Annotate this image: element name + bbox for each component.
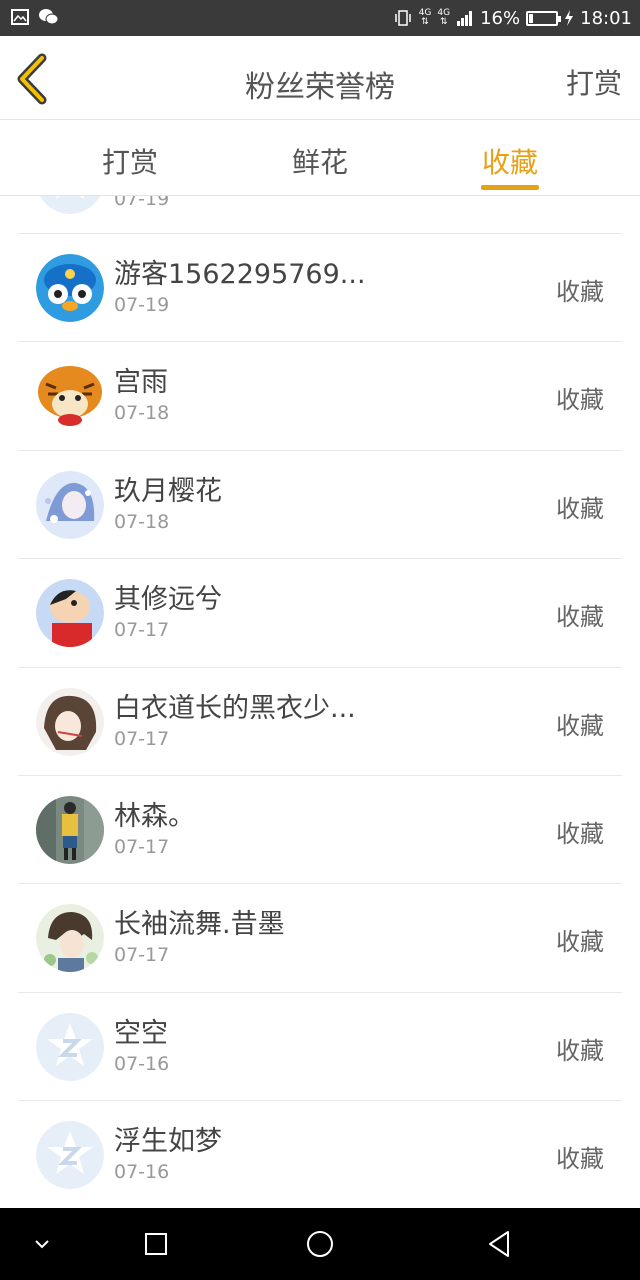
system-nav-bar [0, 1208, 640, 1280]
item-action: 收藏 [556, 1036, 604, 1065]
wechat-icon [39, 9, 59, 25]
item-action: 收藏 [556, 494, 604, 523]
item-action: 收藏 [556, 603, 604, 632]
item-name: 空空 [114, 1017, 168, 1049]
anime-girl-avatar [36, 470, 104, 539]
item-date: 07-17 [114, 944, 170, 967]
page-title: 粉丝荣誉榜 [245, 70, 395, 105]
item-name: 长袖流舞.昔墨 [114, 909, 285, 941]
battery-percent: 16% [480, 7, 521, 29]
item-date: 07-17 [114, 727, 170, 750]
list-item[interactable]: 其修远兮 07-17 收藏 [18, 559, 622, 668]
list-item[interactable]: 空空 07-16 收藏 [18, 993, 622, 1102]
item-action: 收藏 [556, 278, 604, 306]
list-item[interactable]: 白衣道长的黑衣少... 07-17 收藏 [18, 668, 622, 776]
item-name: 白衣道长的黑衣少... [114, 692, 356, 724]
item-date: 07-17 [114, 619, 170, 642]
chevron-down-icon[interactable] [32, 1234, 52, 1254]
charging-icon [565, 10, 574, 26]
item-name: 宫雨 [114, 367, 168, 399]
item-date: 07-19 [114, 196, 170, 210]
item-name: 玖月樱花 [114, 475, 222, 507]
list-item[interactable]: 玖月樱花 07-18 收藏 [18, 451, 622, 560]
vibrate-icon [394, 10, 411, 26]
photo-person-avatar [36, 795, 104, 864]
list-item[interactable]: 长袖流舞.昔墨 07-17 收藏 [18, 884, 622, 993]
tab-bar: 打赏 鲜花 收藏 [0, 121, 640, 196]
tab-favorites[interactable]: 收藏 [455, 141, 565, 181]
item-date: 07-17 [114, 835, 170, 858]
item-name: 浮生如梦 [114, 1126, 222, 1158]
item-date: 07-18 [114, 510, 170, 533]
back-nav-button[interactable] [486, 1230, 512, 1258]
recents-button[interactable] [144, 1232, 168, 1256]
network-indicator-2: 4G ⇅ [437, 8, 451, 27]
penguin-avatar [36, 254, 104, 322]
list-item[interactable]: 游客1562295769... 07-19 收藏 [18, 234, 622, 343]
item-name: 游客1562295769... [114, 259, 366, 290]
tab-tip[interactable]: 打赏 [75, 141, 185, 181]
active-tab-indicator [481, 185, 539, 190]
gallery-icon [11, 9, 29, 25]
illustrated-girl-avatar [36, 687, 104, 756]
app-header: 粉丝荣誉榜 打赏 [0, 36, 640, 120]
home-button[interactable] [306, 1230, 334, 1258]
item-action: 收藏 [556, 928, 604, 957]
list-item[interactable]: 宫雨 07-18 收藏 [18, 342, 622, 451]
item-action: 收藏 [556, 819, 604, 848]
item-action: 收藏 [556, 711, 604, 740]
default-qq-icon [36, 1121, 104, 1190]
battery-icon [526, 10, 562, 26]
item-date: 07-16 [114, 1161, 170, 1184]
signal-icon [457, 11, 473, 26]
item-action: 收藏 [556, 386, 604, 415]
clock: 18:01 [580, 7, 632, 29]
item-name: 林森。 [114, 800, 195, 832]
item-date: 07-19 [114, 294, 170, 316]
network-indicator-1: 4G ⇅ [418, 8, 432, 27]
list-item[interactable]: 林森。 07-17 收藏 [18, 776, 622, 885]
status-bar: 4G ⇅ 4G ⇅ 16% 18:01 [0, 0, 640, 36]
cartoon-boy-avatar [36, 579, 104, 648]
tiger-avatar [36, 362, 104, 431]
item-date: 07-18 [114, 402, 170, 425]
default-qq-icon [36, 1012, 104, 1081]
item-date: 07-16 [114, 1052, 170, 1075]
item-action: 收藏 [556, 1145, 604, 1174]
fan-list[interactable]: 07-19 游客1562295769... 07-19 收藏 宫雨 07-18 … [0, 196, 640, 1208]
list-item[interactable]: 07-19 [18, 196, 622, 234]
list-item[interactable]: 浮生如梦 07-16 收藏 [18, 1101, 622, 1208]
tip-button[interactable]: 打赏 [566, 62, 622, 102]
item-name: 其修远兮 [114, 584, 222, 616]
battery-level [529, 13, 534, 23]
anime-boy-avatar [36, 904, 104, 973]
default-qq-icon [36, 196, 104, 214]
tab-flowers[interactable]: 鲜花 [265, 141, 375, 181]
